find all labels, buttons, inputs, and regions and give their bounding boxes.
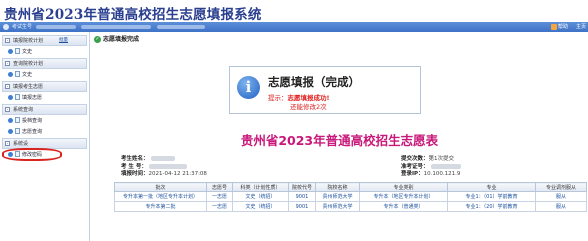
candidate-number-row: 考 生 号： bbox=[121, 163, 207, 172]
column-header: 科类（计划性质） bbox=[232, 182, 289, 192]
breadcrumb: ✓ 志愿填报完成 bbox=[94, 36, 140, 43]
bullet-icon bbox=[8, 129, 13, 134]
table-cell: 专业1：（20）学前教育 bbox=[447, 201, 536, 212]
app-title: 贵州省2023年普通高校招生志愿填报系统 bbox=[4, 7, 262, 23]
column-header: 批次 bbox=[114, 182, 207, 192]
user-info-text: 考试生号 bbox=[12, 23, 207, 30]
candidate-info-right: 提交次数：第1次提交 准考证号： 登录IP：10.100.121.9 bbox=[401, 156, 461, 179]
form-title: 贵州省2023年普通高校招生志愿表 bbox=[240, 133, 439, 148]
table-cell: 服从 bbox=[535, 201, 587, 212]
blurred-candidate-number bbox=[148, 163, 187, 169]
collapse-icon[interactable]: - bbox=[5, 107, 10, 112]
document-icon bbox=[15, 94, 20, 100]
table-cell: 服从 bbox=[535, 191, 587, 202]
info-icon: i bbox=[237, 76, 260, 99]
user-info-label: 考试生号 bbox=[12, 24, 33, 30]
check-icon: ✓ bbox=[94, 36, 101, 43]
table-cell: 专升本第一批（地区专升本计划） bbox=[114, 191, 207, 202]
bullet-icon bbox=[8, 72, 13, 77]
message-title: 志愿填报（完成） bbox=[268, 75, 360, 89]
help-link[interactable]: 帮助 bbox=[550, 23, 568, 30]
table-row: 专升本第二批 一志愿 文史（统招） 9001 贵州师范大学 专升本（普通类） 专业1：（20… bbox=[114, 201, 587, 212]
user-info-bar: 考试生号 帮助 主页 bbox=[0, 22, 588, 32]
home-link[interactable]: 主页 bbox=[576, 23, 586, 30]
sidebar-item-admission-query[interactable]: 投档查询 bbox=[6, 116, 87, 126]
submit-count-row: 提交次数：第1次提交 bbox=[401, 156, 455, 162]
sidebar-item-volunteer-query[interactable]: 志愿查询 bbox=[6, 127, 87, 137]
sidebar-item-fill-volunteer[interactable]: 填报志愿 bbox=[6, 93, 87, 103]
table-cell: 专升本（地区专升本计划） bbox=[359, 191, 448, 202]
user-icon bbox=[3, 24, 9, 30]
table-cell: 文史（统招） bbox=[232, 191, 289, 202]
document-icon bbox=[15, 48, 20, 54]
collapse-icon[interactable]: - bbox=[5, 141, 10, 146]
table-cell: 文史（统招） bbox=[232, 201, 289, 212]
message-line-2: 还能修改2次 bbox=[290, 103, 327, 111]
table-cell: 一志愿 bbox=[206, 191, 233, 202]
bullet-icon bbox=[8, 118, 13, 123]
sidebar-section-query-plan[interactable]: - 查询院校计划 bbox=[2, 58, 87, 69]
table-cell: 贵州师范大学 bbox=[315, 201, 360, 212]
main-content: ✓ 志愿填报完成 i 志愿填报（完成） 提示：志愿填报成功! 还能修改2次 贵州省… bbox=[91, 32, 588, 241]
candidate-name-row: 考生姓名： bbox=[121, 156, 207, 164]
blurred-user-extra bbox=[156, 24, 205, 29]
collapse-icon[interactable]: - bbox=[5, 61, 10, 66]
document-icon bbox=[15, 117, 20, 123]
column-header: 专业类别 bbox=[359, 182, 448, 192]
column-header: 院校名称 bbox=[315, 182, 360, 192]
table-cell: 专升本（普通类） bbox=[359, 201, 448, 212]
blurred-candidate-name bbox=[150, 156, 175, 161]
document-icon bbox=[15, 71, 20, 77]
document-icon bbox=[15, 128, 20, 134]
column-header: 院校代号 bbox=[288, 182, 316, 192]
table-row: 专升本第一批（地区专升本计划） 一志愿 文史（统招） 9001 贵州师范大学 专升本（地区… bbox=[114, 191, 587, 202]
sidebar-menu: - 填报院校计划 批量 文史 - 查询院校计划 文史 - 填报考生志愿 填报志愿… bbox=[0, 32, 90, 241]
column-header: 志愿号 bbox=[206, 182, 233, 192]
admission-ticket-row: 准考证号： bbox=[401, 163, 461, 172]
fill-time-row: 填报时间：2021-04-12 21:37:08 bbox=[121, 171, 207, 177]
blurred-user-id bbox=[35, 24, 76, 29]
column-header: 专业调剂服从 bbox=[535, 182, 587, 192]
help-icon bbox=[550, 23, 557, 30]
blurred-user-name bbox=[81, 24, 152, 29]
table-cell: 专业1：（01）学前教育 bbox=[447, 191, 536, 202]
collapse-icon[interactable]: - bbox=[5, 38, 10, 43]
highlight-circle bbox=[2, 148, 62, 161]
collapse-icon[interactable]: - bbox=[5, 84, 10, 89]
sidebar-section-system-query[interactable]: - 系统查询 bbox=[2, 104, 87, 115]
volunteer-table: 批次 志愿号 科类（计划性质） 院校代号 院校名称 专业类别 专业 专业调剂服从 专升本第一批… bbox=[114, 182, 587, 212]
sidebar-section-fill-plan[interactable]: - 填报院校计划 批量 bbox=[2, 35, 87, 46]
login-ip-row: 登录IP：10.100.121.9 bbox=[401, 171, 461, 177]
sidebar-item-wenshi-1[interactable]: 文史 bbox=[6, 47, 87, 57]
table-cell: 9001 bbox=[288, 191, 316, 202]
batch-link[interactable]: 批量 bbox=[59, 37, 68, 43]
app-header: 贵州省2023年普通高校招生志愿填报系统 bbox=[0, 0, 588, 23]
blurred-ticket-number bbox=[430, 163, 461, 169]
bullet-icon bbox=[8, 49, 13, 54]
table-cell: 贵州师范大学 bbox=[315, 191, 360, 202]
table-cell: 9001 bbox=[288, 201, 316, 212]
table-cell: 专升本第二批 bbox=[114, 201, 207, 212]
candidate-info-left: 考生姓名： 考 生 号： 填报时间：2021-04-12 21:37:08 bbox=[121, 156, 207, 179]
success-message-box: i 志愿填报（完成） 提示：志愿填报成功! 还能修改2次 bbox=[229, 66, 421, 114]
sidebar-item-wenshi-2[interactable]: 文史 bbox=[6, 70, 87, 80]
column-header: 专业 bbox=[447, 182, 536, 192]
bullet-icon bbox=[8, 95, 13, 100]
table-cell: 一志愿 bbox=[206, 201, 233, 212]
sidebar-section-fill-volunteer[interactable]: - 填报考生志愿 bbox=[2, 81, 87, 92]
table-header-row: 批次 志愿号 科类（计划性质） 院校代号 院校名称 专业类别 专业 专业调剂服从 bbox=[114, 182, 587, 192]
